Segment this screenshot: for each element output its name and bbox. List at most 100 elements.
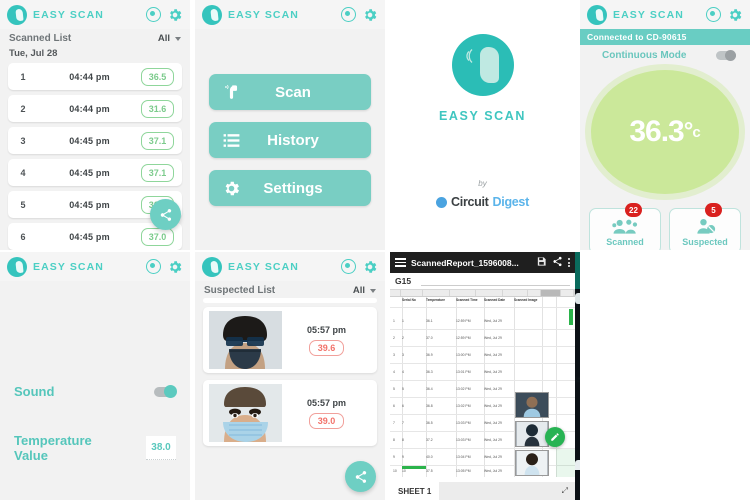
suspected-count-card[interactable]: 5 Suspected — [669, 203, 741, 250]
panel-settings: EASY SCAN Sound Temperature Value 38.0 — [0, 252, 190, 500]
cell-temp: 36.4 — [426, 387, 433, 391]
col-header-e[interactable] — [503, 290, 529, 296]
bluetooth-icon[interactable] — [146, 7, 161, 22]
row-index: 5 — [20, 199, 26, 210]
history-button[interactable]: History — [209, 122, 371, 158]
column-label-image: Scanned Image — [514, 298, 538, 302]
row-num: 4 — [393, 370, 395, 374]
hamburger-icon[interactable] — [395, 258, 406, 267]
panel-main-menu: EASY SCAN Scan History Settings — [195, 0, 385, 250]
cell-serial: 8 — [402, 438, 404, 442]
col-header-c[interactable] — [450, 290, 476, 296]
save-icon[interactable] — [536, 254, 547, 272]
suspected-list-filter-label[interactable]: All — [353, 285, 365, 296]
row-num: 8 — [393, 438, 395, 442]
temperature-setting-label-line1: Temperature — [14, 433, 92, 448]
cell-selection-handle[interactable] — [402, 466, 426, 469]
scanned-image-thumbnail[interactable] — [515, 392, 549, 418]
gear-icon[interactable] — [727, 7, 743, 23]
row-index: 3 — [20, 135, 26, 146]
table-row[interactable]: 2 04:44 pm 31.6 — [8, 95, 182, 122]
table-row[interactable]: 4 04:45 pm 37.1 — [8, 159, 182, 186]
gear-icon — [209, 179, 253, 198]
app-bar: EASY SCAN — [0, 0, 190, 29]
bluetooth-icon[interactable] — [341, 259, 356, 274]
panel-suspected-list: EASY SCAN Suspected List All 05:57 pm 39… — [195, 252, 385, 500]
spreadsheet-grid[interactable]: Serial No Temperature Scanned Time Scann… — [390, 297, 575, 477]
cell-time: 13:05 PM — [456, 469, 471, 473]
continuous-mode-toggle[interactable] — [716, 50, 736, 61]
cell-serial: 2 — [402, 336, 404, 340]
chalkboard-wallpaper: λ∫Σ √xc=[0,1] f(x)=2ⁿ∠,β,γ ∈ C lim a/bx/… — [575, 376, 580, 383]
table-row: 1 1 36.1 12:59 PM Wed, Jul 29 — [390, 319, 575, 328]
col-header-f[interactable] — [528, 290, 542, 296]
row-num: 9 — [393, 455, 395, 459]
scanned-image-thumbnail[interactable] — [515, 421, 549, 447]
cell-serial: 9 — [402, 455, 404, 459]
col-header-d[interactable] — [476, 290, 503, 296]
col-header-a[interactable] — [401, 290, 423, 296]
chat-message-area[interactable]: λ∫Σ √xc=[0,1] f(x)=2ⁿ∠,β,γ ∈ C lim a/bx/… — [575, 289, 580, 470]
panel-splash-screen: EASY SCAN by Circuit Digest — [390, 0, 575, 250]
sheet-tab-1[interactable]: SHEET 1 — [390, 482, 440, 500]
list-item[interactable]: 05:57 pm 39.6 — [203, 307, 377, 373]
list-item[interactable]: 05:57 pm 39.0 — [203, 380, 377, 446]
app-brand-label: EASY SCAN — [228, 8, 299, 21]
panel-scanned-list: EASY SCAN Scanned List All Tue, Jul 28 1… — [0, 0, 190, 250]
gear-icon[interactable] — [167, 259, 183, 275]
screenshot-collage: EASY SCAN Scanned List All Tue, Jul 28 1… — [0, 0, 750, 500]
temperature-setting-label: Temperature Value — [14, 433, 92, 463]
scanned-count-card[interactable]: 22 Scanned — [589, 203, 661, 250]
cell-time: 13:04 PM — [456, 455, 471, 459]
col-header-b[interactable] — [423, 290, 451, 296]
row-num: 7 — [393, 421, 395, 425]
edit-fab-button[interactable] — [545, 427, 565, 447]
bluetooth-icon[interactable] — [706, 7, 721, 22]
app-brand-label: EASY SCAN — [613, 8, 684, 21]
chevron-down-icon[interactable] — [370, 288, 376, 293]
suspected-item-meta: 05:57 pm 39.6 — [282, 325, 371, 356]
row-time: 04:45 pm — [69, 199, 110, 210]
col-header-g-selected[interactable] — [541, 290, 562, 296]
bluetooth-icon[interactable] — [341, 7, 356, 22]
cell-serial: 3 — [402, 353, 404, 357]
cell-time: 12:59 PM — [456, 319, 471, 323]
table-row[interactable]: 1 04:44 pm 36.5 — [8, 63, 182, 90]
panel-whatsapp-chat: 14:45:13 ▭ ▼ ◢ 24% ◌ ← Testing group ███… — [575, 252, 580, 500]
share-icon[interactable] — [552, 254, 563, 272]
person-with-blue-mask-photo — [209, 384, 282, 442]
overflow-menu-icon[interactable] — [568, 258, 570, 267]
share-fab-button[interactable] — [150, 199, 181, 230]
scanned-list-filter-label[interactable]: All — [158, 33, 170, 44]
thermometer-gun-icon — [209, 83, 253, 102]
share-fab-button[interactable] — [345, 461, 376, 492]
cell-date: Wed, Jul 29 — [484, 404, 502, 408]
expand-icon[interactable]: ⤢ — [562, 486, 568, 496]
settings-button[interactable]: Settings — [209, 170, 371, 206]
col-header-h[interactable] — [561, 290, 574, 296]
temperature-value-input[interactable]: 38.0 — [146, 436, 176, 460]
gear-icon[interactable] — [167, 7, 183, 23]
phone-status-bar: 14:45:13 ▭ ▼ ◢ 24% ◌ — [575, 252, 580, 265]
chevron-down-icon[interactable] — [175, 36, 181, 41]
sound-toggle[interactable] — [154, 384, 177, 398]
gear-icon[interactable] — [362, 7, 378, 23]
cell-reference[interactable]: G15 — [395, 276, 421, 286]
app-logo-icon — [7, 256, 27, 277]
bluetooth-icon[interactable] — [146, 259, 161, 274]
splash-by-label: by — [478, 179, 487, 188]
row-time: 04:44 pm — [69, 103, 110, 114]
scanned-image-thumbnail[interactable] — [515, 450, 549, 476]
row-temperature: 36.5 — [141, 67, 174, 86]
gear-icon[interactable] — [362, 259, 378, 275]
cell-serial: 4 — [402, 370, 404, 374]
row-num: 1 — [393, 319, 395, 323]
app-logo-icon — [202, 4, 222, 25]
column-label-date: Scanned Date — [484, 298, 506, 302]
app-bar: EASY SCAN — [580, 0, 750, 29]
cell-date: Wed, Jul 29 — [484, 455, 502, 459]
formula-input[interactable] — [421, 277, 570, 286]
table-row: 4 4 36.3 13:01 PM Wed, Jul 29 — [390, 370, 575, 379]
scan-button[interactable]: Scan — [209, 74, 371, 110]
table-row[interactable]: 3 04:45 pm 37.1 — [8, 127, 182, 154]
